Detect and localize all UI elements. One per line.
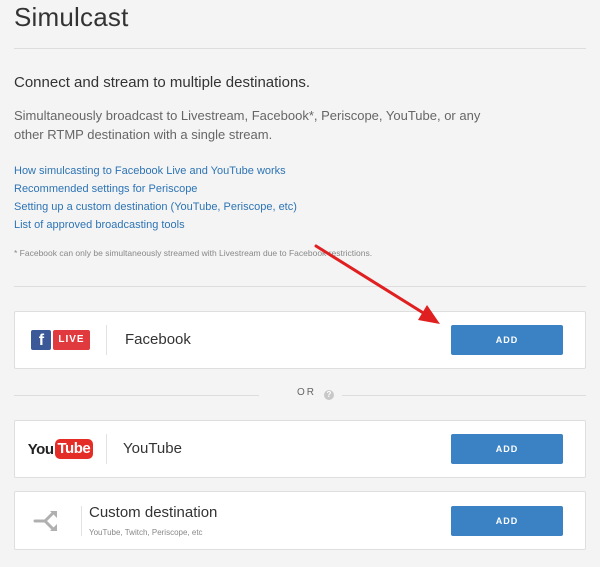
help-link-periscope-settings[interactable]: Recommended settings for Periscope [14,180,297,198]
help-link-broadcasting-tools[interactable]: List of approved broadcasting tools [14,216,297,234]
help-link-facebook-youtube[interactable]: How simulcasting to Facebook Live and Yo… [14,162,297,180]
live-badge: LIVE [53,330,90,350]
facebook-destination-name: Facebook [125,331,191,348]
split-arrows-icon [33,510,57,531]
add-youtube-button[interactable]: ADD [451,434,563,464]
help-links: How simulcasting to Facebook Live and Yo… [14,162,297,234]
page-subtitle: Connect and stream to multiple destinati… [14,74,310,91]
facebook-destination-card: f LIVE Facebook ADD [14,311,586,369]
or-line-left [14,395,259,396]
youtube-destination-name: YouTube [123,440,182,457]
facebook-footnote: * Facebook can only be simultaneously st… [14,248,373,258]
add-custom-destination-button[interactable]: ADD [451,505,563,536]
custom-destination-card: Custom destination YouTube, Twitch, Peri… [14,491,586,550]
help-link-custom-destination[interactable]: Setting up a custom destination (YouTube… [14,198,297,216]
facebook-live-logo: f LIVE [15,325,107,355]
question-circle-icon[interactable]: ? [324,390,334,400]
or-divider: OR ? [14,387,586,403]
or-label: OR [297,387,316,398]
page-description: Simultaneously broadcast to Livestream, … [14,108,481,142]
add-facebook-button[interactable]: ADD [451,325,563,355]
youtube-logo-tube: Tube [54,439,94,459]
section-divider [14,286,586,287]
or-line-right [342,395,586,396]
simulcast-page: Simulcast Connect and stream to multiple… [0,0,600,567]
title-divider [14,48,586,49]
facebook-icon: f [31,330,52,350]
custom-destination-name: Custom destination [89,504,218,521]
page-title: Simulcast [14,2,129,32]
youtube-logo-you: You [27,440,54,458]
youtube-logo: You Tube [15,434,107,464]
youtube-destination-card: You Tube YouTube ADD [14,420,586,478]
custom-destination-subtitle: YouTube, Twitch, Periscope, etc [89,528,203,537]
custom-destination-logo [15,505,82,536]
